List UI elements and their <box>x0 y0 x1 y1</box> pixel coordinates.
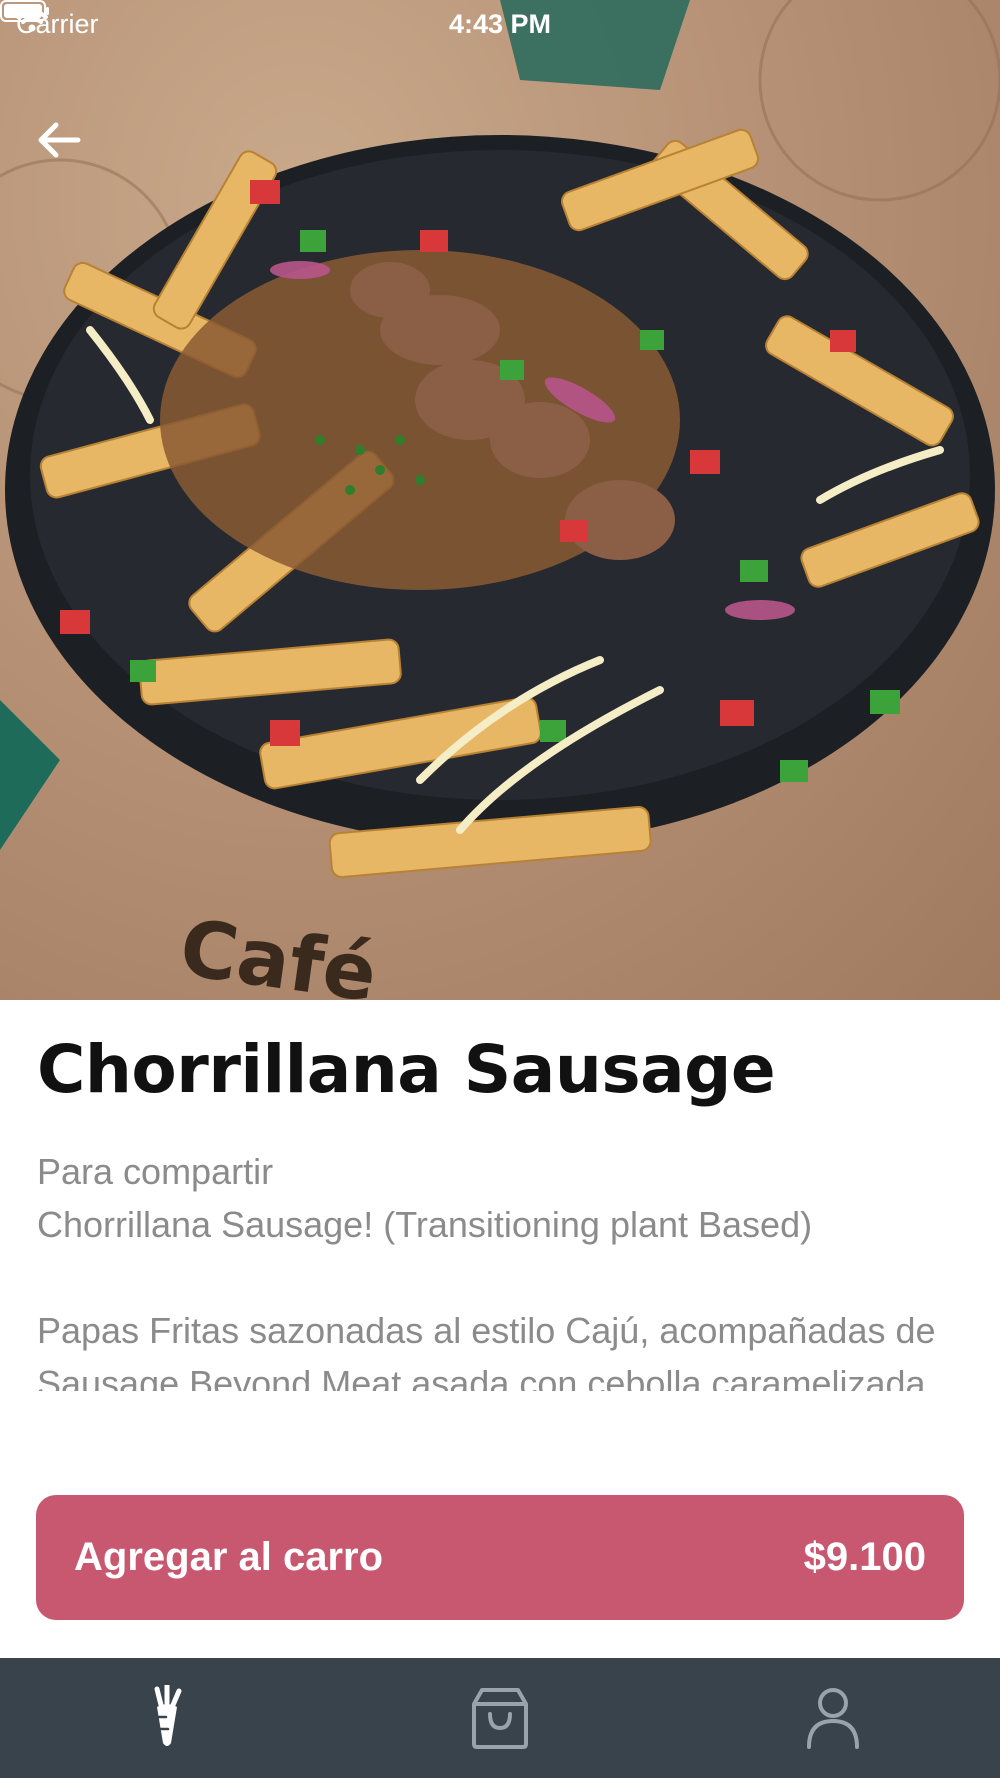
clock: 4:43 PM <box>448 9 552 39</box>
shopping-bag-icon <box>471 1688 528 1749</box>
product-description: Para compartir Chorrillana Sausage! (Tra… <box>37 1151 936 1392</box>
product-image: Café Carrier 4:43 PM <box>0 0 1000 1000</box>
arrow-left-icon <box>38 122 81 158</box>
user-icon <box>807 1688 860 1749</box>
product-details: Chorrillana Sausage Para compartir Chorr… <box>37 1030 963 1391</box>
tab-menu[interactable] <box>107 1668 227 1768</box>
tab-bar <box>0 1658 1000 1778</box>
tab-profile[interactable] <box>773 1668 893 1768</box>
add-to-cart-label: Agregar al carro <box>74 1535 384 1579</box>
svg-text:Café: Café <box>175 903 382 1000</box>
carrot-icon <box>154 1685 182 1746</box>
tab-cart[interactable] <box>440 1668 560 1768</box>
product-price: $9.100 <box>803 1535 926 1579</box>
back-button[interactable] <box>36 120 96 180</box>
battery-icon <box>0 0 49 22</box>
status-bar: Carrier 4:43 PM <box>0 0 1000 50</box>
add-to-cart-button[interactable]: Agregar al carro $9.100 <box>36 1495 964 1620</box>
food-photo-illustration: Café <box>0 0 1000 1000</box>
product-title: Chorrillana Sausage <box>37 1031 776 1108</box>
